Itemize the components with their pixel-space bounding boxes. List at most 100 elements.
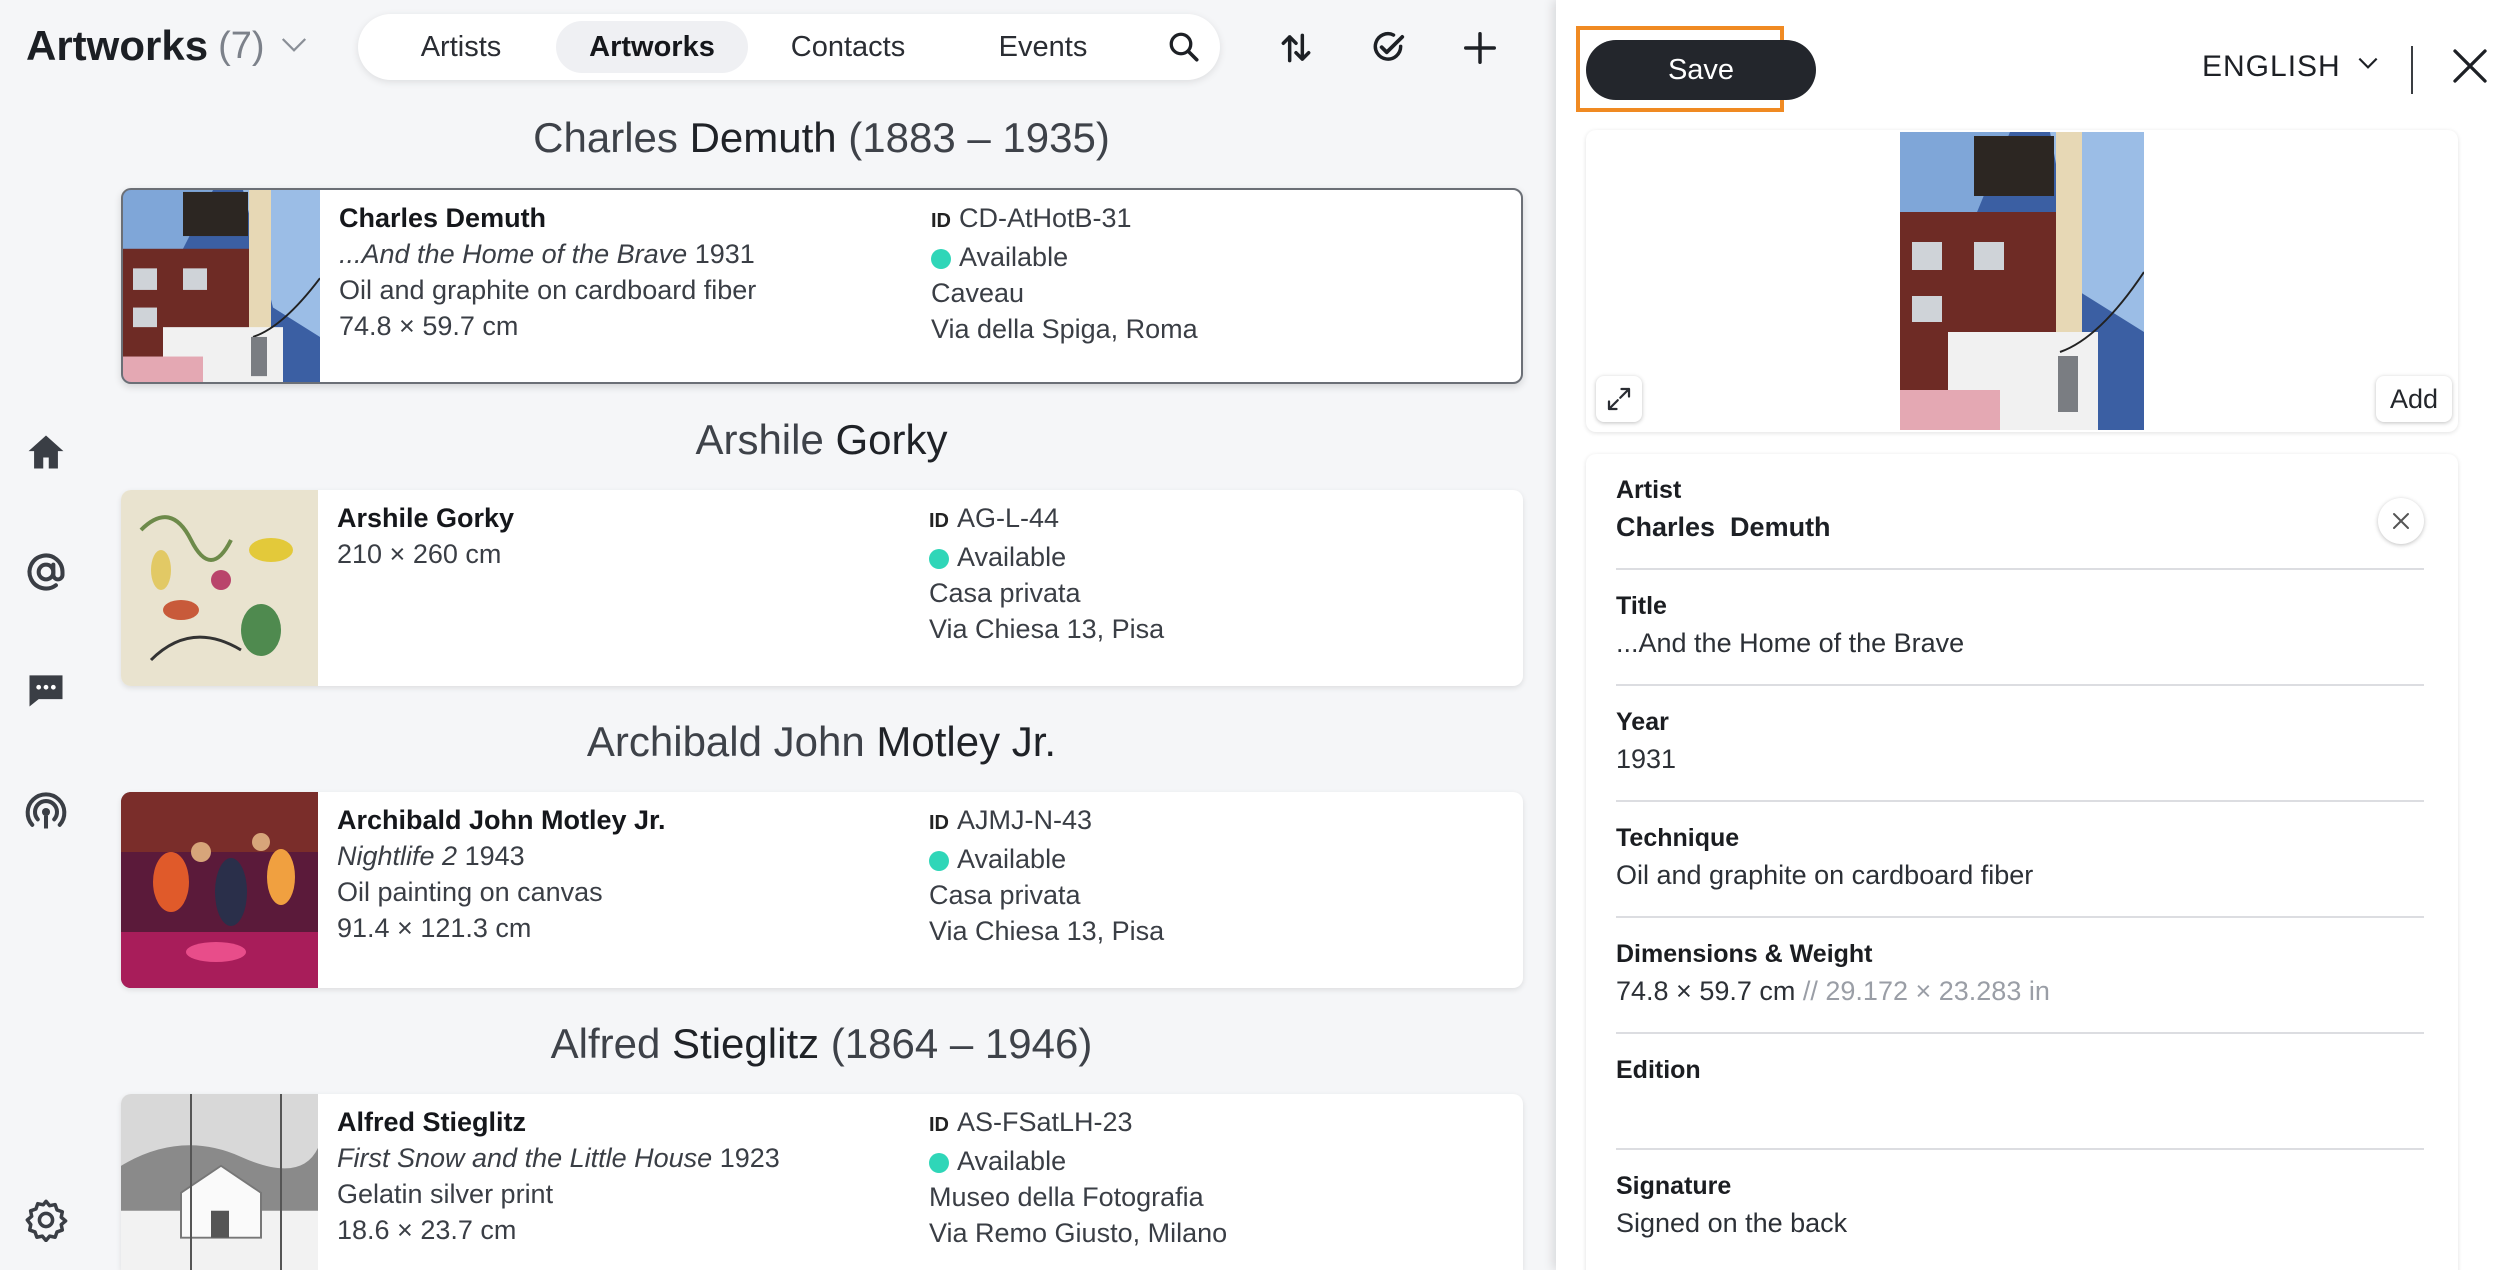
field-value: ...And the Home of the Brave bbox=[1616, 628, 1965, 658]
field-label: Signature bbox=[1616, 1172, 1732, 1200]
status-dot bbox=[929, 1153, 949, 1173]
status-line: Available bbox=[929, 841, 1164, 877]
artwork-card[interactable]: Charles Demuth ...And the Home of the Br… bbox=[121, 188, 1523, 384]
artwork-year: 1923 bbox=[719, 1143, 780, 1173]
status-text: Available bbox=[957, 1146, 1067, 1176]
field-title[interactable]: Title ...And the Home of the Brave bbox=[1616, 570, 2424, 686]
broadcast-icon[interactable] bbox=[22, 788, 70, 836]
field-value: 74.8 × 59.7 cm bbox=[1616, 976, 1796, 1006]
artwork-id: AG-L-44 bbox=[957, 503, 1060, 533]
field-value-secondary: // 29.172 × 23.283 in bbox=[1802, 976, 2050, 1006]
chat-icon[interactable] bbox=[22, 666, 70, 714]
search-icon[interactable] bbox=[1156, 19, 1212, 75]
sort-icon[interactable] bbox=[1272, 24, 1320, 72]
artwork-info: Charles Demuth ...And the Home of the Br… bbox=[339, 200, 756, 344]
artwork-location: Caveau bbox=[931, 278, 1025, 308]
add-image-button[interactable]: Add bbox=[2376, 376, 2452, 422]
artwork-image-box: Add bbox=[1586, 130, 2458, 432]
artwork-location: Casa privata bbox=[929, 578, 1081, 608]
artwork-card[interactable]: Alfred Stieglitz First Snow and the Litt… bbox=[121, 1094, 1523, 1270]
artwork-technique: Oil painting on canvas bbox=[337, 877, 603, 907]
artist-heading: Charles Demuth (1883 – 1935) bbox=[120, 114, 1523, 162]
status-line: Available bbox=[929, 539, 1164, 575]
artist-first-name: Archibald John bbox=[586, 718, 865, 765]
artwork-location: Museo della Fotografia bbox=[929, 1182, 1204, 1212]
tab-artworks[interactable]: Artworks bbox=[556, 21, 748, 73]
at-sign-icon[interactable] bbox=[22, 548, 70, 596]
artist-first-name: Charles bbox=[533, 114, 678, 161]
artwork-title: First Snow and the Little House bbox=[337, 1143, 713, 1173]
save-button[interactable]: Save bbox=[1586, 40, 1816, 100]
artwork-dimensions: 74.8 × 59.7 cm bbox=[339, 311, 519, 341]
artwork-info: Arshile Gorky 210 × 260 cm bbox=[337, 500, 514, 572]
artist-heading: Archibald John Motley Jr. bbox=[120, 718, 1523, 766]
artist-first-name: Arshile bbox=[695, 416, 824, 463]
artwork-title-line: ...And the Home of the Brave 1931 bbox=[339, 236, 756, 272]
id-label: ID bbox=[929, 510, 949, 532]
artwork-title: ...And the Home of the Brave bbox=[339, 239, 688, 269]
field-signature[interactable]: Signature Signed on the back bbox=[1616, 1150, 2424, 1266]
clear-icon[interactable] bbox=[2378, 498, 2424, 544]
artist-last-name: Stieglitz bbox=[672, 1020, 820, 1067]
tab-contacts[interactable]: Contacts bbox=[748, 21, 948, 73]
artwork-address: Via Chiesa 13, Pisa bbox=[929, 916, 1165, 946]
artwork-detail-panel: Save ENGLISH Add Artist Charles Demuth T… bbox=[1556, 0, 2494, 1270]
field-technique[interactable]: Technique Oil and graphite on cardboard … bbox=[1616, 802, 2424, 918]
artwork-id: CD-AtHotB-31 bbox=[959, 203, 1132, 233]
app-root: Artworks (7) Artists Artworks Contacts E… bbox=[0, 0, 2494, 1270]
artwork-id-line: ID AJMJ-N-43 bbox=[929, 802, 1164, 841]
page-title-group[interactable]: Artworks (7) bbox=[26, 22, 309, 70]
field-year[interactable]: Year 1931 bbox=[1616, 686, 2424, 802]
home-icon[interactable] bbox=[22, 428, 70, 476]
artist-heading: Alfred Stieglitz (1864 – 1946) bbox=[120, 1020, 1523, 1068]
main-nav: Artists Artworks Contacts Events bbox=[358, 14, 1220, 80]
artwork-technique: Oil and graphite on cardboard fiber bbox=[339, 275, 757, 305]
tab-events[interactable]: Events bbox=[948, 21, 1138, 73]
page-title: Artworks bbox=[26, 22, 209, 69]
field-label: Artist bbox=[1616, 476, 1682, 504]
settings-icon[interactable] bbox=[22, 1196, 70, 1244]
id-label: ID bbox=[931, 210, 951, 232]
artist-last-name: Motley Jr. bbox=[876, 718, 1057, 765]
field-label: Dimensions & Weight bbox=[1616, 940, 1873, 968]
field-label: Technique bbox=[1616, 824, 1740, 852]
chevron-down-icon[interactable] bbox=[275, 29, 309, 64]
artwork-card[interactable]: Arshile Gorky 210 × 260 cm ID AG-L-44 Ava… bbox=[121, 490, 1523, 686]
artwork-id-line: ID AS-FSatLH-23 bbox=[929, 1104, 1227, 1143]
field-dimensions[interactable]: Dimensions & Weight 74.8 × 59.7 cm // 29… bbox=[1616, 918, 2424, 1034]
artwork-info: Alfred Stieglitz First Snow and the Litt… bbox=[337, 1104, 780, 1248]
artwork-id-line: ID CD-AtHotB-31 bbox=[931, 200, 1198, 239]
field-value: Charles Demuth bbox=[1616, 512, 1831, 542]
field-artist[interactable]: Artist Charles Demuth bbox=[1616, 454, 2424, 570]
field-value: 1931 bbox=[1616, 744, 1677, 774]
check-circle-icon[interactable] bbox=[1364, 24, 1412, 72]
artwork-id: AJMJ-N-43 bbox=[957, 805, 1093, 835]
add-icon[interactable] bbox=[1456, 24, 1504, 72]
status-text: Available bbox=[957, 844, 1067, 874]
close-icon[interactable] bbox=[2450, 46, 2494, 90]
artist-first-name: Alfred bbox=[550, 1020, 661, 1067]
id-label: ID bbox=[929, 1114, 949, 1136]
status-dot bbox=[929, 851, 949, 871]
tab-artists[interactable]: Artists bbox=[366, 21, 556, 73]
artwork-artist-name: Arshile Gorky bbox=[337, 503, 515, 533]
artwork-title: Nightlife 2 bbox=[337, 841, 458, 871]
language-selector[interactable]: ENGLISH bbox=[2202, 50, 2381, 84]
artwork-technique: Gelatin silver print bbox=[337, 1179, 554, 1209]
artwork-artist-name: Archibald John Motley Jr. bbox=[337, 805, 666, 835]
status-line: Available bbox=[929, 1143, 1227, 1179]
artwork-dimensions: 91.4 × 121.3 cm bbox=[337, 913, 532, 943]
artwork-form: Artist Charles Demuth Title ...And the H… bbox=[1586, 454, 2458, 1270]
artwork-address: Via della Spiga, Roma bbox=[931, 314, 1198, 344]
artwork-card[interactable]: Archibald John Motley Jr. Nightlife 2 19… bbox=[121, 792, 1523, 988]
artwork-address: Via Chiesa 13, Pisa bbox=[929, 614, 1165, 644]
artwork-meta: ID AG-L-44 Available Casa privata Via Chi… bbox=[929, 500, 1164, 647]
expand-icon[interactable] bbox=[1596, 376, 1642, 422]
artist-years: (1864 – 1946) bbox=[830, 1020, 1093, 1067]
artwork-year: 1943 bbox=[464, 841, 525, 871]
chevron-down-icon bbox=[2355, 50, 2381, 84]
field-edition[interactable]: Edition bbox=[1616, 1034, 2424, 1150]
artist-last-name: Gorky bbox=[835, 416, 948, 463]
artwork-id-line: ID AG-L-44 bbox=[929, 500, 1164, 539]
artwork-meta: ID AJMJ-N-43 Available Casa privata Via C… bbox=[929, 802, 1164, 949]
